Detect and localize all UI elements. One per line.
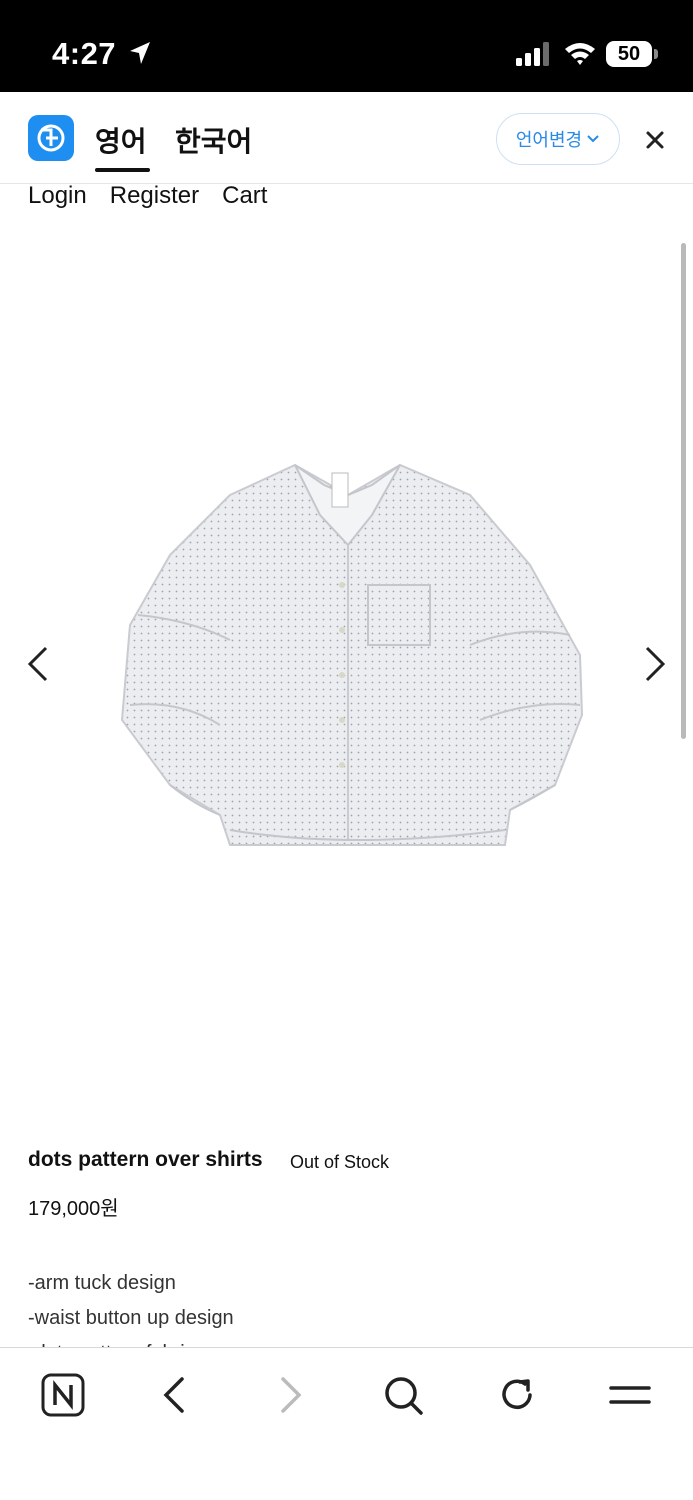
product-price: 179,000원 (28, 1198, 119, 1220)
site-nav: Login Register Cart (28, 180, 267, 212)
forward-icon[interactable] (267, 1372, 313, 1418)
chevron-right-icon[interactable] (643, 644, 667, 684)
translation-bar: 영어 한국어 언어변경 (0, 92, 693, 184)
search-icon[interactable] (380, 1372, 426, 1418)
stock-status: Out of Stock (290, 1152, 390, 1172)
close-icon[interactable] (640, 125, 670, 155)
back-icon[interactable] (152, 1372, 198, 1418)
browser-toolbar (0, 1347, 693, 1500)
change-language-button[interactable]: 언어변경 (496, 113, 620, 165)
description-line: -waist button up design (28, 1307, 234, 1329)
status-time: 4:27 (52, 36, 117, 71)
active-tab-indicator (95, 168, 150, 172)
chevron-left-icon[interactable] (26, 644, 50, 684)
product-name: dots pattern over shirts (28, 1148, 263, 1171)
register-link[interactable]: Register (110, 180, 199, 212)
scrollbar[interactable] (681, 243, 686, 739)
cellular-signal-icon (516, 42, 549, 66)
status-bar: 4:27 50 (0, 0, 693, 92)
location-arrow-icon (130, 42, 150, 64)
tab-english[interactable]: 영어 (95, 120, 147, 160)
cart-link[interactable]: Cart (222, 180, 267, 212)
battery-nub (654, 49, 658, 59)
login-link[interactable]: Login (28, 180, 87, 212)
naver-n-icon[interactable] (40, 1372, 86, 1418)
chevron-down-icon (587, 135, 599, 143)
product-image[interactable] (110, 455, 590, 875)
translate-logo-icon[interactable] (28, 115, 74, 161)
wifi-icon (565, 43, 595, 65)
menu-icon[interactable] (607, 1372, 653, 1418)
description-line: -arm tuck design (28, 1272, 176, 1294)
change-language-label: 언어변경 (515, 130, 583, 151)
tab-korean[interactable]: 한국어 (175, 120, 252, 160)
reload-icon[interactable] (494, 1372, 540, 1418)
battery-indicator: 50 (606, 41, 652, 67)
